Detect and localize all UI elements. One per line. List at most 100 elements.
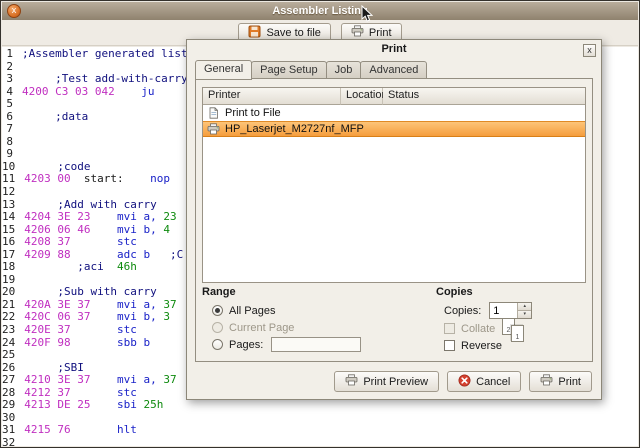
code-segment: nop bbox=[123, 172, 170, 186]
listing-line: 32 bbox=[2, 435, 638, 446]
print-preview-label: Print Preview bbox=[363, 375, 429, 388]
code-segment: hlt bbox=[70, 423, 137, 437]
copies-label: Copies: bbox=[444, 304, 482, 317]
dialog-close-button[interactable]: x bbox=[583, 44, 596, 57]
code-segment: 4204 3E 23 bbox=[24, 210, 91, 224]
range-option-pages[interactable]: Pages: bbox=[212, 337, 362, 352]
pages-input[interactable] bbox=[271, 337, 362, 352]
window-title: Assembler Listing bbox=[272, 5, 368, 17]
window-close-button[interactable]: x bbox=[7, 4, 21, 18]
dialog-tabs: General Page Setup Job Advanced bbox=[195, 60, 428, 80]
listing-line: 29 4213 DE 25 sbi 25h bbox=[2, 399, 638, 412]
code-segment: ;Test add-with-carry bbox=[22, 72, 188, 86]
line-number: 25 bbox=[2, 348, 16, 362]
code-segment: stc bbox=[70, 323, 137, 337]
code-segment: 4208 37 bbox=[24, 235, 71, 249]
printer-name: HP_Laserjet_M2727nf_MFP bbox=[225, 123, 364, 135]
general-tab-page: Printer Location Status Print to File HP_Las… bbox=[195, 78, 593, 362]
line-number: 23 bbox=[2, 323, 16, 337]
collate-pages-icon: 2 1 bbox=[502, 318, 532, 348]
save-to-file-label: Save to file bbox=[266, 26, 321, 39]
line-number: 7 bbox=[6, 122, 13, 136]
reverse-label: Reverse bbox=[461, 339, 502, 352]
line-number: 27 bbox=[2, 373, 16, 387]
tab-job[interactable]: Job bbox=[325, 61, 362, 79]
radio-button[interactable] bbox=[212, 339, 223, 350]
code-segment: ;C bbox=[150, 247, 184, 261]
print-preview-button[interactable]: Print Preview bbox=[334, 371, 440, 392]
code-segment: 4 bbox=[156, 222, 170, 236]
tab-page-setup[interactable]: Page Setup bbox=[251, 61, 327, 79]
close-icon: x bbox=[587, 45, 592, 55]
range-option-all-pages[interactable]: All Pages bbox=[212, 303, 275, 318]
column-header-location[interactable]: Location bbox=[341, 88, 388, 105]
code-segment: ;Assembler generated list bbox=[22, 47, 188, 60]
column-header-status[interactable]: Status bbox=[383, 88, 585, 105]
mouse-cursor bbox=[361, 4, 374, 28]
print-dialog-title: Print bbox=[381, 43, 407, 55]
printer-row[interactable]: Print to File bbox=[203, 105, 585, 121]
code-segment: mvi a, bbox=[90, 210, 157, 224]
code-segment: 23 bbox=[156, 210, 177, 224]
collate-label: Collate bbox=[461, 322, 496, 335]
code-segment: 4210 3E 37 bbox=[24, 373, 91, 387]
code-segment: ;aci bbox=[24, 260, 117, 274]
code-segment: sbi bbox=[90, 398, 137, 412]
copies-value-input[interactable] bbox=[490, 303, 518, 318]
listing-line: 31 4215 76 hlt bbox=[2, 424, 638, 437]
copies-row: Copies: ▴ ▾ bbox=[444, 302, 533, 319]
code-segment: 4200 C3 03 042 bbox=[22, 84, 115, 98]
print-preview-icon bbox=[345, 374, 358, 389]
copies-section-title: Copies bbox=[436, 286, 473, 298]
assembler-listing-window: x Assembler Listing Save to file Print 1… bbox=[0, 0, 640, 448]
printer-row[interactable]: HP_Laserjet_M2727nf_MFP bbox=[203, 121, 585, 137]
line-number: 3 bbox=[6, 72, 13, 86]
line-number: 18 bbox=[2, 260, 16, 274]
reverse-checkbox[interactable] bbox=[444, 340, 455, 351]
range-option-label: All Pages bbox=[229, 304, 276, 317]
range-option-label: Current Page bbox=[229, 321, 295, 334]
code-segment: 420F 98 bbox=[24, 335, 71, 349]
print-button[interactable]: Print bbox=[529, 371, 592, 392]
collate-checkbox bbox=[444, 323, 455, 334]
printer-name: Print to File bbox=[225, 107, 281, 119]
collate-checkbox-row: Collate bbox=[444, 322, 495, 335]
column-header-printer[interactable]: Printer bbox=[203, 88, 341, 105]
code-segment: 3 bbox=[156, 310, 170, 324]
line-number: 12 bbox=[2, 185, 16, 199]
cancel-icon bbox=[458, 374, 471, 390]
spinner-up-icon[interactable]: ▴ bbox=[518, 303, 532, 310]
line-number: 29 bbox=[2, 398, 16, 412]
toolbar-print-label: Print bbox=[368, 26, 392, 39]
dialog-action-buttons: Print Preview Cancel Print bbox=[334, 371, 592, 392]
line-number: 16 bbox=[2, 235, 16, 249]
radio-button[interactable] bbox=[212, 305, 223, 316]
cancel-button[interactable]: Cancel bbox=[447, 371, 522, 392]
range-section-title: Range bbox=[202, 286, 236, 298]
line-number: 5 bbox=[6, 97, 13, 111]
printer-icon bbox=[207, 123, 220, 135]
close-icon: x bbox=[11, 5, 17, 15]
code-segment: 4203 00 bbox=[24, 172, 71, 186]
print-icon bbox=[540, 374, 553, 389]
cancel-label: Cancel bbox=[476, 375, 511, 388]
code-segment: 46h bbox=[116, 260, 137, 274]
code-segment: 25h bbox=[136, 398, 164, 412]
code-segment: ;data bbox=[22, 109, 89, 123]
code-segment: 4213 DE 25 bbox=[24, 398, 91, 412]
spinner-down-icon[interactable]: ▾ bbox=[518, 310, 532, 318]
spinner-buttons: ▴ ▾ bbox=[517, 303, 532, 318]
line-number: 1 bbox=[6, 47, 13, 60]
line-number: 32 bbox=[2, 435, 16, 446]
code-segment: sbb b bbox=[70, 335, 151, 349]
tab-advanced[interactable]: Advanced bbox=[360, 61, 428, 79]
reverse-checkbox-row[interactable]: Reverse bbox=[444, 339, 502, 352]
range-option-current-page: Current Page bbox=[212, 320, 294, 335]
printer-list[interactable]: Printer Location Status Print to File HP_Las… bbox=[202, 87, 586, 283]
print-label: Print bbox=[558, 375, 581, 388]
titlebar[interactable]: x Assembler Listing bbox=[2, 2, 638, 20]
tab-general[interactable]: General bbox=[195, 60, 253, 80]
code-segment: start: bbox=[70, 172, 124, 186]
printer-list-header: Printer Location Status bbox=[203, 88, 585, 105]
copies-spinner[interactable]: ▴ ▾ bbox=[489, 302, 533, 319]
